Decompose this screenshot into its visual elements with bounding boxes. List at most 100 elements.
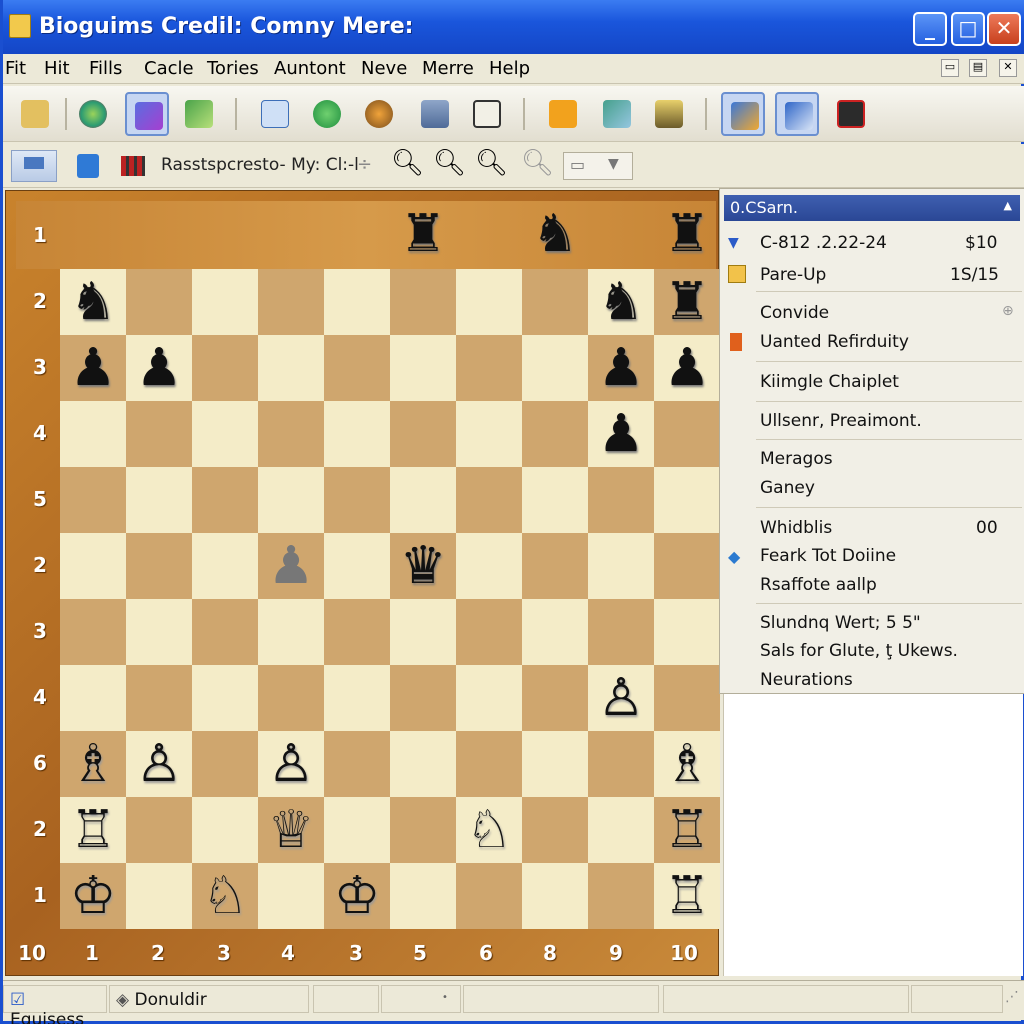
panel-row[interactable]: Whidblis: [760, 518, 832, 538]
zoom-out-icon[interactable]: 🔍︎: [475, 148, 508, 178]
notation-button[interactable]: [253, 92, 297, 136]
board-square[interactable]: [390, 665, 456, 731]
board-square[interactable]: [258, 599, 324, 665]
board-square[interactable]: [456, 401, 522, 467]
players-button[interactable]: [647, 92, 691, 136]
menu-cacle[interactable]: Cacle: [144, 58, 194, 79]
board-square[interactable]: [324, 335, 390, 401]
board-square[interactable]: [522, 269, 588, 335]
black-knight-icon[interactable]: ♞: [60, 269, 126, 335]
panel-header[interactable]: 0.CSarn. ▲: [724, 195, 1020, 221]
board-square[interactable]: [456, 665, 522, 731]
board-square[interactable]: [390, 731, 456, 797]
board-square[interactable]: [192, 467, 258, 533]
white-queen-icon[interactable]: ♕: [258, 797, 324, 863]
menu-auntont[interactable]: Auntont: [274, 58, 346, 79]
board-square[interactable]: [456, 533, 522, 599]
board-square[interactable]: [522, 863, 588, 929]
white-pawn-icon[interactable]: ♙: [258, 731, 324, 797]
panel-row[interactable]: Ullsenr, Preaimont.: [760, 411, 922, 431]
minimize-button[interactable]: _: [913, 12, 947, 46]
board-square[interactable]: [258, 401, 324, 467]
board-square[interactable]: [654, 467, 720, 533]
board-square[interactable]: [588, 797, 654, 863]
bookmark-button[interactable]: [75, 150, 103, 182]
plus-icon[interactable]: ÷: [357, 154, 372, 175]
board-square[interactable]: [192, 401, 258, 467]
board-square[interactable]: [192, 599, 258, 665]
board-square[interactable]: [522, 731, 588, 797]
board-square[interactable]: [258, 269, 324, 335]
white-rook-icon[interactable]: ♖: [60, 797, 126, 863]
board-square[interactable]: [324, 599, 390, 665]
board-square[interactable]: [522, 533, 588, 599]
panel-row[interactable]: Ganey: [760, 478, 815, 498]
pencil-button[interactable]: [721, 92, 765, 136]
grey-pawn-icon[interactable]: ♟: [258, 533, 324, 599]
mdi-minimize-icon[interactable]: ▭: [941, 59, 959, 77]
board-square[interactable]: [456, 731, 522, 797]
grid-button[interactable]: [119, 150, 147, 182]
board-square[interactable]: [60, 401, 126, 467]
menu-fills[interactable]: Fills: [89, 58, 122, 79]
marker-button[interactable]: [775, 92, 819, 136]
stop-button[interactable]: [829, 92, 873, 136]
black-pawn-icon[interactable]: ♟: [588, 401, 654, 467]
board-square[interactable]: [522, 335, 588, 401]
menu-hit[interactable]: Hit: [44, 58, 70, 79]
board-square[interactable]: [654, 533, 720, 599]
menu-merre[interactable]: Merre: [422, 58, 474, 79]
board-square[interactable]: [456, 599, 522, 665]
panel-row[interactable]: Sals for Glute, ţ Ukews.: [760, 641, 958, 661]
board-square[interactable]: [192, 665, 258, 731]
board-square[interactable]: [258, 335, 324, 401]
white-knight-icon[interactable]: ♘: [192, 863, 258, 929]
black-rook-icon[interactable]: ♜: [390, 201, 456, 267]
clock-button[interactable]: [465, 92, 509, 136]
view-dropdown[interactable]: ▭ ▼: [563, 152, 633, 180]
menu-help[interactable]: Help: [489, 58, 530, 79]
black-rook-icon[interactable]: ♜: [654, 201, 720, 267]
panel-row[interactable]: Uanted Refirduity: [760, 332, 909, 352]
board-square[interactable]: [126, 599, 192, 665]
black-pawn-icon[interactable]: ♟: [60, 335, 126, 401]
board-square[interactable]: [390, 599, 456, 665]
white-knight-icon[interactable]: ♘: [456, 797, 522, 863]
board-square[interactable]: [588, 533, 654, 599]
white-bishop-icon[interactable]: ♗: [60, 731, 126, 797]
white-bishop-icon[interactable]: ♗: [654, 731, 720, 797]
panel-row[interactable]: Feark Tot Doiine: [760, 546, 896, 566]
board-square[interactable]: [126, 269, 192, 335]
board-square[interactable]: [60, 467, 126, 533]
black-rook-icon[interactable]: ♜: [654, 269, 720, 335]
close-button[interactable]: ✕: [987, 12, 1021, 46]
white-pawn-icon[interactable]: ♙: [126, 731, 192, 797]
status-cell-dropdown[interactable]: •: [381, 985, 461, 1013]
board-square[interactable]: [588, 731, 654, 797]
board-square[interactable]: [390, 269, 456, 335]
board-square[interactable]: [456, 335, 522, 401]
board-square[interactable]: [192, 269, 258, 335]
collapse-icon[interactable]: ▲: [1004, 199, 1012, 212]
white-king-icon[interactable]: ♔: [324, 863, 390, 929]
board-square[interactable]: [192, 335, 258, 401]
black-knight-icon[interactable]: ♞: [588, 269, 654, 335]
panel-row[interactable]: Kiimgle Chaiplet: [760, 372, 899, 392]
board-square[interactable]: [324, 269, 390, 335]
board-square[interactable]: [390, 335, 456, 401]
black-pawn-icon[interactable]: ♟: [654, 335, 720, 401]
panel-row[interactable]: Rsaffote aallp: [760, 575, 877, 595]
board-square[interactable]: [324, 731, 390, 797]
status-cell-donuldir[interactable]: ◈ Donuldir: [109, 985, 309, 1013]
board-square[interactable]: [654, 665, 720, 731]
board-square[interactable]: [192, 731, 258, 797]
board-square[interactable]: [126, 467, 192, 533]
board-square[interactable]: [522, 599, 588, 665]
board-square[interactable]: [60, 599, 126, 665]
board-square[interactable]: [390, 467, 456, 533]
board-square[interactable]: [60, 533, 126, 599]
mdi-close-icon[interactable]: ✕: [999, 59, 1017, 77]
board-square[interactable]: [588, 599, 654, 665]
panel-row[interactable]: Convide: [760, 303, 829, 323]
board-square[interactable]: [522, 401, 588, 467]
